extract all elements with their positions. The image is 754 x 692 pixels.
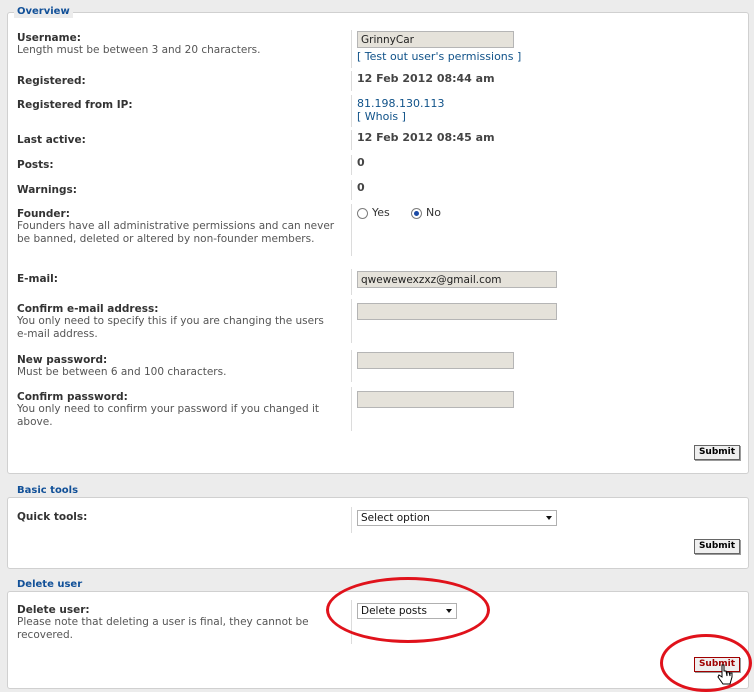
annotation-ring-delete-select (326, 577, 490, 643)
confirm-email-explain: You only need to specify this if you are… (17, 315, 324, 340)
founder-explain: Founders have all administrative permiss… (17, 220, 335, 245)
quick-tools-selected: Select option (361, 512, 430, 524)
warnings-label: Warnings: (17, 184, 77, 196)
registered-value: 12 Feb 2012 08:44 am (357, 72, 495, 85)
founder-label: Founder: (17, 208, 70, 220)
founder-no-option[interactable]: No (411, 206, 441, 219)
founder-yes-option[interactable]: Yes (357, 206, 390, 219)
confirm-password-explain: You only need to confirm your password i… (17, 403, 319, 428)
divider (351, 507, 352, 533)
confirm-email-label-block: Confirm e-mail address: You only need to… (17, 303, 337, 341)
confirm-password-input[interactable] (357, 391, 514, 408)
delete-user-legend: Delete user (14, 579, 86, 591)
registered-ip-label: Registered from IP: (17, 99, 133, 111)
founder-no-radio[interactable] (411, 207, 422, 219)
founder-yes-label: Yes (372, 206, 390, 219)
basic-tools-legend: Basic tools (14, 485, 82, 497)
last-active-value: 12 Feb 2012 08:45 am (357, 131, 495, 144)
divider (351, 269, 352, 295)
confirm-password-label-block: Confirm password: You only need to confi… (17, 391, 337, 429)
chevron-down-icon (546, 516, 552, 520)
confirm-email-label: Confirm e-mail address: (17, 303, 159, 315)
divider (351, 299, 352, 343)
delete-user-label: Delete user: (17, 604, 90, 616)
delete-user-explain: Please note that deleting a user is fina… (17, 616, 309, 641)
username-explain: Length must be between 3 and 20 characte… (17, 44, 261, 56)
username-label-block: Username: Length must be between 3 and 2… (17, 32, 337, 57)
divider (351, 387, 352, 431)
confirm-password-label: Confirm password: (17, 391, 128, 403)
divider (351, 155, 352, 175)
overview-submit-button[interactable]: Submit (694, 445, 740, 460)
test-permissions-link[interactable]: [ Test out user's permissions ] (357, 50, 521, 63)
new-password-label-block: New password: Must be between 6 and 100 … (17, 354, 337, 379)
username-label: Username: (17, 32, 81, 44)
posts-value: 0 (357, 156, 365, 169)
divider (351, 95, 352, 127)
email-input[interactable]: qwewewexzxz@gmail.com (357, 271, 557, 288)
last-active-label: Last active: (17, 134, 86, 146)
divider (351, 130, 352, 150)
quick-tools-label: Quick tools: (17, 511, 88, 523)
divider (351, 71, 352, 91)
ip-address-link[interactable]: 81.198.130.113 (357, 97, 444, 110)
confirm-email-input[interactable] (357, 303, 557, 320)
registered-label: Registered: (17, 75, 86, 87)
mouse-cursor-icon (717, 664, 733, 685)
new-password-explain: Must be between 6 and 100 characters. (17, 366, 227, 378)
delete-user-label-block: Delete user: Please note that deleting a… (17, 604, 337, 642)
divider (351, 204, 352, 256)
basic-tools-fieldset: Quick tools: Select option Submit (7, 497, 749, 569)
divider (351, 180, 352, 200)
divider (351, 30, 352, 68)
founder-no-label: No (426, 206, 441, 219)
overview-fieldset: Username: Length must be between 3 and 2… (7, 12, 749, 474)
divider (351, 350, 352, 382)
founder-yes-radio[interactable] (357, 207, 368, 219)
username-input[interactable]: GrinnyCar (357, 31, 514, 48)
annotation-ring-submit (660, 634, 752, 692)
quick-tools-select[interactable]: Select option (357, 510, 557, 526)
warnings-value: 0 (357, 181, 365, 194)
whois-link[interactable]: [ Whois ] (357, 110, 406, 123)
new-password-input[interactable] (357, 352, 514, 369)
email-label: E-mail: (17, 273, 58, 285)
posts-label: Posts: (17, 159, 54, 171)
basic-tools-submit-button[interactable]: Submit (694, 539, 740, 554)
overview-legend: Overview (14, 6, 73, 18)
founder-label-block: Founder: Founders have all administrativ… (17, 208, 337, 246)
new-password-label: New password: (17, 354, 108, 366)
